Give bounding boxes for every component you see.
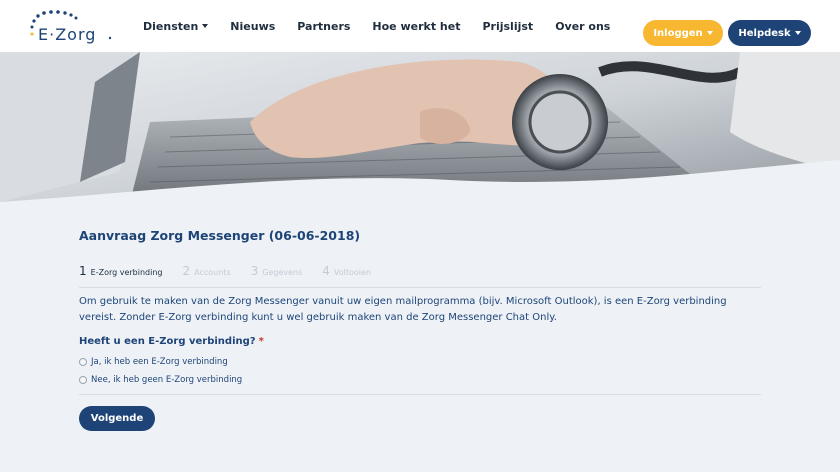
login-button-label: Inloggen: [653, 27, 703, 39]
e-zorg-logo[interactable]: E·Zorg: [28, 10, 116, 46]
nav-item-label: Hoe werkt het: [372, 19, 461, 33]
radio-no[interactable]: [79, 376, 87, 384]
helpdesk-button-label: Helpdesk: [738, 27, 791, 39]
login-button[interactable]: Inloggen: [643, 20, 723, 46]
wizard-step-3: 3 Gegevens: [251, 264, 303, 287]
step-label: Voltooien: [333, 268, 372, 277]
wizard-step-2: 2 Accounts: [183, 264, 231, 287]
nav-item-label: Prijslijst: [482, 19, 534, 33]
option-no[interactable]: Nee, ik heb geen E-Zorg verbinding: [79, 375, 242, 385]
option-yes-label: Ja, ik heb een E-Zorg verbinding: [91, 357, 228, 367]
nav-item-prijslijst[interactable]: Prijslijst: [482, 20, 533, 33]
chevron-down-icon: [202, 24, 209, 28]
step-label: Gegevens: [262, 268, 303, 277]
wizard-step-1[interactable]: 1 E-Zorg verbinding: [79, 264, 163, 287]
chevron-down-icon: [794, 31, 801, 35]
wizard-steps: 1 E-Zorg verbinding 2 Accounts 3 Gegeven…: [79, 264, 761, 288]
nav-item-diensten[interactable]: Diensten: [143, 19, 209, 33]
nav-item-partners[interactable]: Partners: [297, 20, 350, 33]
logo-wordmark: E·Zorg: [38, 25, 97, 44]
radio-yes[interactable]: [79, 358, 87, 366]
step-number: 4: [322, 264, 330, 278]
intro-text: Om gebruik te maken van de Zorg Messenge…: [79, 296, 727, 323]
option-yes[interactable]: Ja, ik heb een E-Zorg verbinding: [79, 357, 228, 367]
wizard-step-4: 4 Voltooien: [322, 264, 371, 287]
step-number: 1: [79, 264, 87, 278]
step-label: Accounts: [194, 268, 231, 277]
question-label: Heeft u een E-Zorg verbinding?: [79, 336, 256, 347]
nav-item-label: Nieuws: [230, 19, 276, 33]
application-form: Aanvraag Zorg Messenger (06-06-2018) 1 E…: [79, 228, 761, 431]
step-number: 2: [182, 264, 191, 278]
site-header: E·Zorg Diensten Nieuws Partners Hoe werk…: [0, 0, 840, 52]
main-nav: Diensten Nieuws Partners Hoe werkt het P…: [143, 0, 632, 52]
nav-item-hoe-werkt-het[interactable]: Hoe werkt het: [372, 20, 460, 33]
nav-item-label: Over ons: [555, 19, 611, 33]
step-number: 3: [250, 264, 259, 278]
page-title: Aanvraag Zorg Messenger (06-06-2018): [79, 228, 361, 243]
connection-question: Heeft u een E-Zorg verbinding? *: [79, 336, 264, 347]
chevron-down-icon: [706, 31, 713, 35]
hero-banner: [0, 52, 840, 207]
nav-item-label: Partners: [297, 19, 351, 33]
step-label: E-Zorg verbinding: [90, 268, 163, 277]
hero-laptop-stethoscope-image: [0, 52, 840, 207]
helpdesk-button[interactable]: Helpdesk: [728, 20, 811, 46]
nav-item-label: Diensten: [143, 19, 199, 33]
nav-item-nieuws[interactable]: Nieuws: [230, 20, 275, 33]
nav-item-over-ons[interactable]: Over ons: [555, 20, 610, 33]
required-marker: *: [258, 336, 264, 347]
option-no-label: Nee, ik heb geen E-Zorg verbinding: [91, 375, 243, 385]
next-button[interactable]: Volgende: [79, 406, 155, 431]
divider: [79, 394, 761, 395]
